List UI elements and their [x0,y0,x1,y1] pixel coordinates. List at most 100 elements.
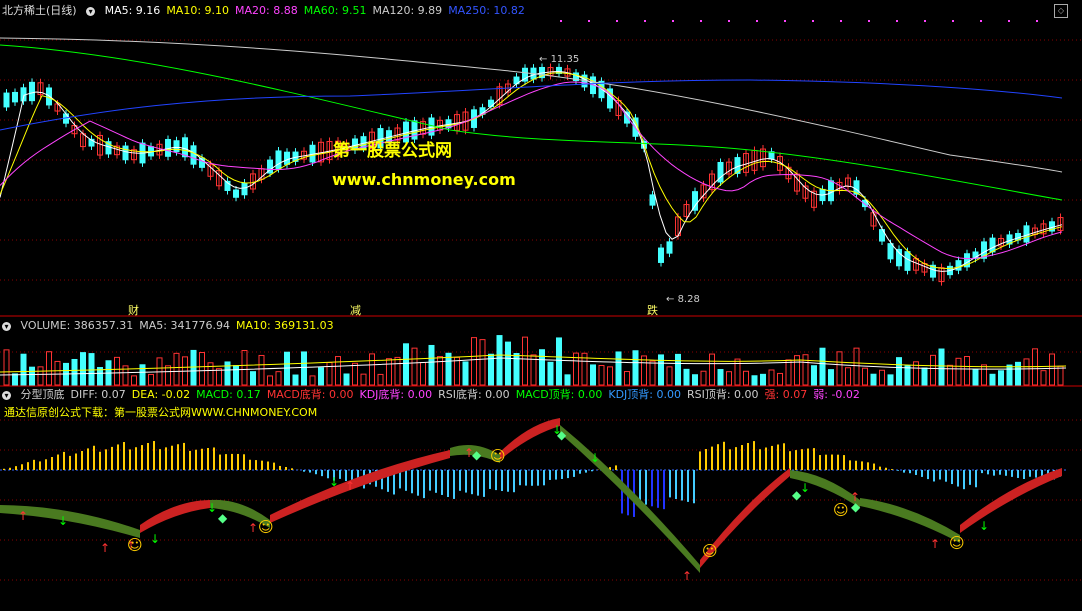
volume-bar [632,350,639,386]
indicator-value: DIFF: 0.07 [70,388,126,401]
volume-bar [556,337,562,386]
indicator-value: 弱: -0.02 [813,388,860,401]
smiley-icon: ☺ [833,501,849,519]
volume-bar [318,367,324,386]
indicator-value: MA10: 9.10 [166,4,230,17]
candle-body [904,251,911,271]
volume-bar [819,347,826,386]
marker-dot [588,20,590,22]
volume-bar [292,374,299,386]
candle-body [1023,225,1030,243]
marker-dot [784,20,786,22]
volume-bar [624,371,630,386]
marker-dot [700,20,702,22]
marker-dot [840,20,842,22]
indicator-value: MA60: 9.51 [303,4,367,17]
volume-bar [403,343,409,386]
volume-bar [1006,364,1013,386]
diamond-icon: ◆ [792,488,802,502]
volume-bar [751,375,758,386]
circle-menu-icon[interactable]: ▾ [2,321,11,331]
circle-menu-icon[interactable]: ▾ [86,6,96,16]
volume-bar [547,361,554,386]
candle-body [241,182,248,196]
diamond-icon: ◆ [218,511,228,525]
smiley-icon: ☺ [949,534,965,552]
candle-body [692,191,698,211]
indicator-value: 强: 0.07 [764,388,808,401]
volume-bar [717,369,724,386]
volume-bar [879,369,885,386]
volume-bar [896,357,902,386]
candle-body [29,81,35,102]
volume-bar [3,349,10,386]
volume-bar [964,356,970,386]
volume-bar [522,336,528,386]
volume-bar [683,368,690,386]
main-panel-header: 北方稀土(日线) ▾ MA5: 9.16 MA10: 9.10 MA20: 8.88… [2,4,537,18]
arrow-up-icon: ↑ [682,569,692,583]
volume-bar [853,347,860,386]
volume-bar [275,371,282,386]
watermark-chinese: 第一股票公式网 [333,141,452,161]
volume-bar [785,359,792,386]
volume-bar [241,349,248,386]
ma10-line [0,72,1063,270]
volume-bar [326,361,333,386]
event-tag-finance[interactable]: 财 [128,302,139,318]
event-tag-drop[interactable]: 跌 [647,302,658,318]
volume-bar [743,370,749,386]
arrow-down-icon: ↓ [979,519,989,533]
indicator-value: KDJ顶背: 0.00 [608,388,681,401]
volume-bar [998,370,1004,386]
arrow-down-icon: ↓ [329,475,339,489]
indicator-value: MACD顶背: 0.00 [515,388,603,401]
volume-bar [777,372,783,386]
volume-bar [811,365,817,386]
circle-menu-icon[interactable]: ▾ [2,390,11,400]
volume-bar [29,366,35,386]
volume-bar [870,373,877,386]
stock-title[interactable]: 北方稀土(日线) [2,4,77,17]
marker-dot [616,20,618,22]
indicator-value: MA5: 341776.94 [139,319,230,332]
smiley-icon: ☺ [702,542,718,560]
candle-body [649,194,656,206]
volume-bar [131,375,137,386]
low-price-label: ← 8.28 [666,294,700,305]
marker-dot [980,20,982,22]
volume-bar [394,356,401,386]
volume-bar [12,373,18,386]
volume-bar [658,354,664,386]
candle-body [887,243,894,260]
volume-bar [734,358,741,386]
candle-body [955,260,962,271]
expand-icon[interactable]: ◇ [1054,4,1068,18]
event-tag-reduce[interactable]: 减 [350,302,361,318]
volume-bar [598,365,605,386]
dea-ribbon [860,498,960,543]
volume-bar [80,352,86,386]
volume-bar [760,373,766,386]
volume-bar [938,348,945,386]
volume-bar [411,347,418,386]
candle-body [666,241,673,254]
volume-bar [216,368,222,386]
volume-panel-header: ▾ VOLUME: 386357.31 MA5: 341776.94 MA10: 3… [2,319,346,333]
volume-bar [258,354,265,386]
volume-bar [1040,370,1047,386]
smiley-icon: ☺ [490,447,506,465]
volume-bar [1057,365,1064,386]
volume-bar [981,364,987,386]
arrow-down-icon: ↓ [150,532,160,546]
volume-bar [46,351,52,386]
macd-panel-header: ▾ 分型顶底 DIFF: 0.07 DEA: -0.02 MACD: 0.17 MACD… [2,388,872,402]
arrow-up-icon: ↑ [100,541,110,555]
volume-bar [564,374,571,386]
volume-bar [607,366,613,386]
marker-dot [924,20,926,22]
chart-canvas[interactable]: ↑↑ ↑↑↑↑↑↑↑↓↓↓↓↓↓↓↓☺☺☺☺☺☺◆◆◆◆◆ [0,0,1082,611]
candle-body [182,137,188,158]
candle-body [190,145,197,165]
marker-dot [1036,20,1038,22]
